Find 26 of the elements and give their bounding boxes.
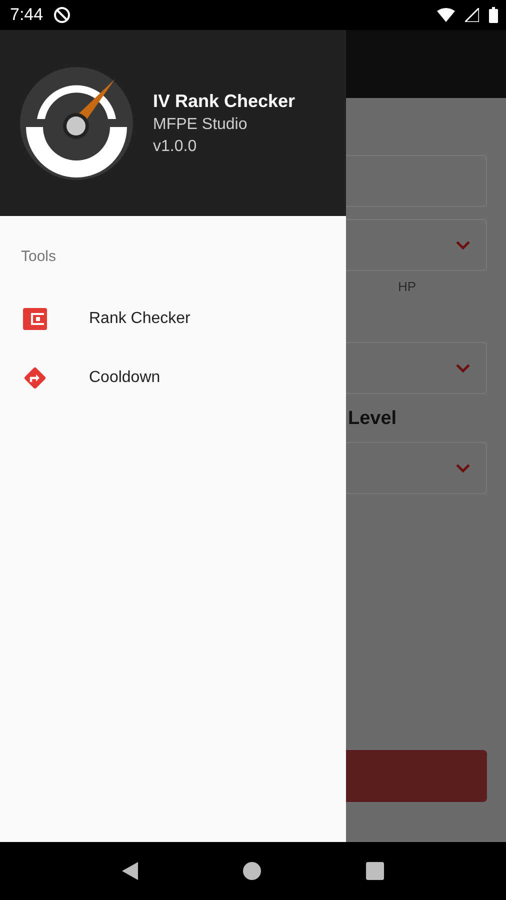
- chevron-down-icon: [456, 364, 470, 372]
- sync-off-icon: [53, 6, 72, 24]
- action-button[interactable]: [346, 750, 487, 802]
- battery-icon: [489, 7, 498, 23]
- home-icon[interactable]: [242, 862, 261, 880]
- app-version: v1.0.0: [153, 138, 198, 156]
- status-time: 7:44: [10, 5, 44, 25]
- drawer-item[interactable]: Rank Checker: [0, 289, 346, 348]
- input-field[interactable]: [346, 155, 487, 207]
- chevron-down-icon: [456, 240, 470, 250]
- wallet-icon: [23, 308, 47, 330]
- dropdown[interactable]: [346, 219, 487, 271]
- recents-icon[interactable]: [366, 862, 384, 880]
- wifi-icon: [437, 8, 455, 22]
- section-title: Tools: [21, 248, 58, 265]
- dropdown[interactable]: [346, 442, 487, 494]
- level-label: Level: [348, 408, 398, 430]
- developer-name: MFPE Studio: [153, 116, 248, 134]
- chevron-down-icon: [456, 464, 470, 472]
- hp-label: HP: [398, 279, 418, 294]
- gauge-logo-icon: [20, 66, 133, 180]
- app-title: IV Rank Checker: [153, 90, 296, 112]
- back-icon[interactable]: [122, 862, 138, 880]
- signal-icon: [465, 8, 479, 22]
- dropdown[interactable]: [346, 342, 487, 394]
- drawer-item[interactable]: Cooldown: [0, 348, 346, 407]
